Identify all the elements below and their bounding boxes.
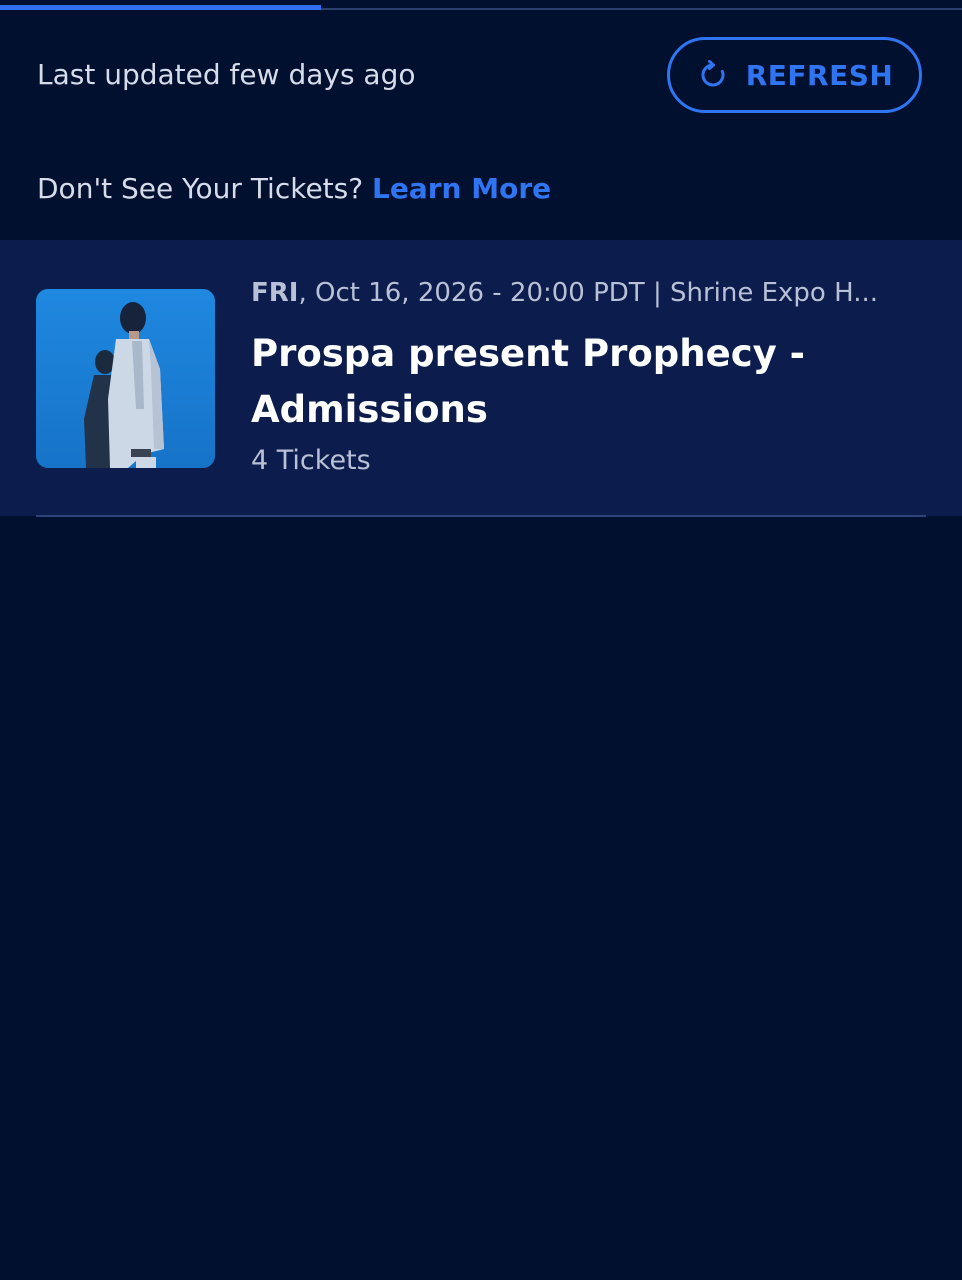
event-date-venue: FRI, Oct 16, 2026 - 20:00 PDT | Shrine E… (251, 278, 926, 308)
event-thumbnail (36, 289, 215, 468)
event-divider (36, 515, 926, 517)
event-title: Prospa present Prophecy - Admissions (251, 332, 805, 431)
learn-more-link[interactable]: Learn More (372, 172, 551, 205)
missing-tickets-help: Don't See Your Tickets? Learn More (37, 172, 551, 205)
missing-tickets-prompt: Don't See Your Tickets? (37, 172, 373, 205)
event-day: FRI (251, 278, 299, 308)
last-updated-text: Last updated few days ago (37, 58, 416, 91)
event-ticket-count: 4 Tickets (251, 445, 371, 476)
event-card[interactable]: FRI, Oct 16, 2026 - 20:00 PDT | Shrine E… (0, 240, 962, 516)
refresh-button[interactable]: REFRESH (667, 37, 922, 113)
refresh-icon (701, 60, 725, 87)
event-date-location: , Oct 16, 2026 - 20:00 PDT | Shrine Expo… (298, 278, 878, 308)
refresh-label: REFRESH (745, 58, 894, 92)
tab-indicator-active (0, 5, 321, 10)
